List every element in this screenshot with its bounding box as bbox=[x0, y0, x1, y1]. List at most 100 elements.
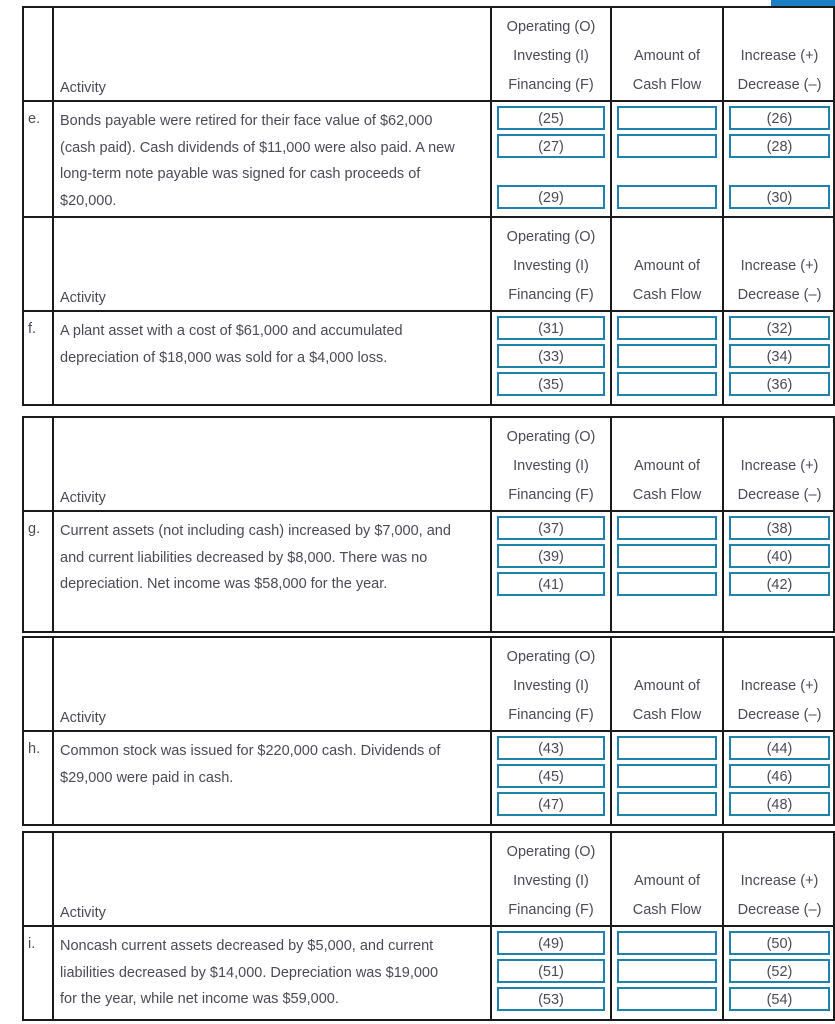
classification-field[interactable]: (27) bbox=[497, 134, 605, 158]
amount-line-2: Cash Flow bbox=[632, 287, 702, 303]
header-amount-column: Amount of Cash Flow bbox=[612, 8, 724, 102]
header-classification-column: Operating (O) Investing (I) Financing (F) bbox=[492, 638, 612, 732]
classification-line-2: Investing (I) bbox=[513, 258, 589, 274]
activity-description: Noncash current assets decreased by $5,0… bbox=[54, 927, 492, 1019]
activity-line: A plant asset with a cost of $61,000 and… bbox=[60, 323, 403, 339]
effect-field[interactable]: (32) bbox=[729, 316, 830, 340]
classification-line-3: Financing (F) bbox=[508, 707, 594, 723]
classification-field[interactable]: (43) bbox=[497, 736, 605, 760]
effect-field[interactable]: (54) bbox=[729, 987, 830, 1011]
block-body: f. A plant asset with a cost of $61,000 a… bbox=[24, 312, 833, 404]
classification-field[interactable]: (31) bbox=[497, 316, 605, 340]
amount-input-column bbox=[612, 927, 724, 1019]
activity-line: Noncash current assets decreased by $5,0… bbox=[60, 938, 434, 954]
effect-line-2: Decrease (–) bbox=[737, 287, 822, 303]
effect-field[interactable]: (42) bbox=[729, 572, 830, 596]
header-classification-column: Operating (O) Investing (I) Financing (F) bbox=[492, 418, 612, 512]
effect-field[interactable]: (44) bbox=[729, 736, 830, 760]
amount-field[interactable] bbox=[617, 134, 717, 158]
amount-line-1: Amount of bbox=[633, 678, 701, 694]
effect-field[interactable]: (48) bbox=[729, 792, 830, 816]
amount-field[interactable] bbox=[617, 185, 717, 209]
classification-field[interactable]: (41) bbox=[497, 572, 605, 596]
amount-field[interactable] bbox=[617, 344, 717, 368]
header-letter-cell bbox=[24, 418, 54, 512]
effect-field[interactable]: (38) bbox=[729, 516, 830, 540]
classification-field[interactable]: (35) bbox=[497, 372, 605, 396]
block-header: Activity Operating (O) Investing (I) Financ… bbox=[24, 638, 835, 732]
classification-field[interactable]: (51) bbox=[497, 959, 605, 983]
header-effect-column: Increase (+) Decrease (–) bbox=[724, 833, 835, 927]
effect-field[interactable]: (34) bbox=[729, 344, 830, 368]
classification-input-column: (37) (39) (41) bbox=[492, 512, 612, 631]
effect-field[interactable]: (26) bbox=[729, 106, 830, 130]
activity-line: for the year, while net income was $59,0… bbox=[60, 991, 339, 1007]
effect-input-column: (26) (28) (30) bbox=[724, 102, 835, 220]
classification-line-3: Financing (F) bbox=[508, 902, 594, 918]
classification-field[interactable]: (53) bbox=[497, 987, 605, 1011]
header-activity-cell: Activity bbox=[54, 638, 492, 732]
effect-field[interactable]: (52) bbox=[729, 959, 830, 983]
column-bottom-padding bbox=[617, 600, 717, 627]
classification-input-column: (31) (33) (35) bbox=[492, 312, 612, 404]
effect-line-1: Increase (+) bbox=[740, 48, 819, 64]
amount-field[interactable] bbox=[617, 959, 717, 983]
amount-line-2: Cash Flow bbox=[632, 902, 702, 918]
amount-line-2: Cash Flow bbox=[632, 77, 702, 93]
block-header: Activity Operating (O) Investing (I) Financ… bbox=[24, 418, 835, 512]
activity-block-i: Activity Operating (O) Investing (I) Financ… bbox=[22, 831, 835, 1021]
activity-description: Current assets (not including cash) incr… bbox=[54, 512, 492, 631]
amount-field[interactable] bbox=[617, 736, 717, 760]
classification-field[interactable]: (25) bbox=[497, 106, 605, 130]
header-classification-column: Operating (O) Investing (I) Financing (F) bbox=[492, 218, 612, 312]
amount-input-column bbox=[612, 512, 724, 631]
activity-column-header: Activity bbox=[60, 905, 106, 921]
activity-line: (cash paid). Cash dividends of $11,000 w… bbox=[60, 139, 455, 156]
amount-field[interactable] bbox=[617, 516, 717, 540]
classification-line-2: Investing (I) bbox=[513, 48, 589, 64]
header-activity-cell: Activity bbox=[54, 418, 492, 512]
header-effect-column: Increase (+) Decrease (–) bbox=[724, 418, 835, 512]
block-header: Activity Operating (O) Investing (I) Financ… bbox=[24, 8, 835, 102]
classification-field[interactable]: (45) bbox=[497, 764, 605, 788]
amount-field[interactable] bbox=[617, 792, 717, 816]
amount-input-column bbox=[612, 732, 724, 824]
effect-line-1: Increase (+) bbox=[740, 678, 819, 694]
effect-field[interactable]: (50) bbox=[729, 931, 830, 955]
amount-input-column bbox=[612, 312, 724, 404]
activity-block-g: Activity Operating (O) Investing (I) Financ… bbox=[22, 416, 835, 633]
classification-field[interactable]: (39) bbox=[497, 544, 605, 568]
amount-field[interactable] bbox=[617, 544, 717, 568]
classification-field[interactable]: (49) bbox=[497, 931, 605, 955]
block-header: Activity Operating (O) Investing (I) Financ… bbox=[24, 833, 835, 927]
amount-field[interactable] bbox=[617, 572, 717, 596]
activity-line: Current assets (not including cash) incr… bbox=[60, 523, 451, 539]
amount-field[interactable] bbox=[617, 931, 717, 955]
amount-field[interactable] bbox=[617, 987, 717, 1011]
classification-field[interactable]: (29) bbox=[497, 185, 605, 209]
classification-line-1: Operating (O) bbox=[506, 649, 596, 665]
effect-field[interactable]: (46) bbox=[729, 764, 830, 788]
header-classification-column: Operating (O) Investing (I) Financing (F) bbox=[492, 8, 612, 102]
row-letter: i. bbox=[24, 927, 54, 1019]
classification-field[interactable]: (37) bbox=[497, 516, 605, 540]
activity-line: depreciation. Net income was $58,000 for… bbox=[60, 576, 388, 592]
activity-block-e: Activity Operating (O) Investing (I) Financ… bbox=[22, 6, 835, 222]
amount-field[interactable] bbox=[617, 372, 717, 396]
amount-field[interactable] bbox=[617, 106, 717, 130]
classification-line-1: Operating (O) bbox=[506, 229, 596, 245]
header-letter-cell bbox=[24, 833, 54, 927]
effect-field[interactable]: (36) bbox=[729, 372, 830, 396]
header-effect-column: Increase (+) Decrease (–) bbox=[724, 218, 835, 312]
classification-input-column: (49) (51) (53) bbox=[492, 927, 612, 1019]
amount-field[interactable] bbox=[617, 316, 717, 340]
amount-field[interactable] bbox=[617, 764, 717, 788]
header-effect-column: Increase (+) Decrease (–) bbox=[724, 8, 835, 102]
effect-field[interactable]: (30) bbox=[729, 185, 830, 209]
effect-field[interactable]: (40) bbox=[729, 544, 830, 568]
amount-line-2: Cash Flow bbox=[632, 487, 702, 503]
classification-field[interactable]: (33) bbox=[497, 344, 605, 368]
classification-field[interactable]: (47) bbox=[497, 792, 605, 816]
effect-field[interactable]: (28) bbox=[729, 134, 830, 158]
effect-line-1: Increase (+) bbox=[740, 258, 819, 274]
